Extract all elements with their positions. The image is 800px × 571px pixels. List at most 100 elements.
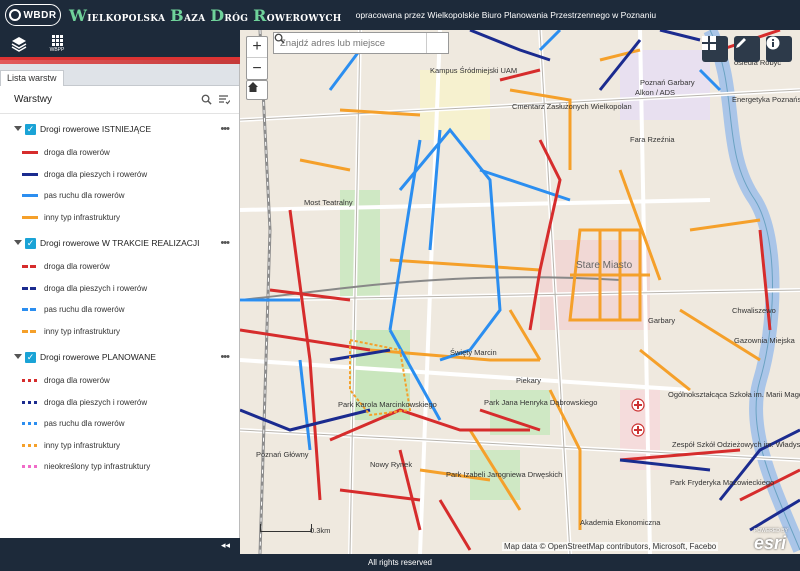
layer-group-existing: ✓ Drogi rowerowe ISTNIEJĄCE ••• droga dl…: [0, 116, 239, 228]
map-view[interactable]: Stare Miasto Most Teatralny Kampus Śródm…: [240, 30, 800, 554]
legend-item: droga dla rowerów: [0, 370, 239, 392]
search-box: [273, 32, 449, 54]
legend-item: pas ruchu dla rowerów: [0, 185, 239, 207]
legend-item: droga dla pieszych i rowerów: [0, 278, 239, 300]
map-label: Zespół Szkół Odzieżowych im. Władysława …: [672, 440, 800, 449]
title-rest-3: róg: [224, 9, 254, 25]
wbdr-logo: WBDR: [5, 4, 61, 26]
map-label: Nowy Rynek: [370, 460, 413, 469]
panel-collapse-bar: ◂◂: [0, 538, 240, 554]
caret-down-icon[interactable]: [14, 126, 22, 132]
title-rest-2: aza: [183, 9, 211, 25]
search-icon: [274, 33, 285, 44]
map-label: Stare Miasto: [576, 260, 633, 271]
map-label: Ogólnokształcąca Szkoła im. Marii Magdal…: [668, 390, 800, 399]
wbpp-button[interactable]: WBPP: [38, 29, 76, 59]
legend-swatch: [22, 151, 38, 155]
legend-item: pas ruchu dla rowerów: [0, 299, 239, 321]
measure-button[interactable]: [734, 36, 760, 62]
layer-group-row[interactable]: ✓ Drogi rowerowe ISTNIEJĄCE •••: [0, 116, 239, 142]
legend-label: pas ruchu dla rowerów: [44, 191, 125, 201]
more-options-icon[interactable]: •••: [220, 237, 230, 249]
legend-swatch: [22, 265, 38, 269]
search-input[interactable]: [274, 33, 426, 53]
layers-header: Warstwy: [0, 86, 239, 114]
more-options-icon[interactable]: •••: [220, 123, 230, 135]
zoom-in-button[interactable]: +: [247, 37, 267, 58]
checkbox-checked-icon[interactable]: ✓: [25, 123, 36, 135]
layer-groups: ✓ Drogi rowerowe ISTNIEJĄCE ••• droga dl…: [0, 116, 239, 478]
legend-item: inny typ infrastruktury: [0, 435, 239, 457]
map-label: Park Karola Marcinkowskiego: [338, 400, 437, 409]
legend-swatch: [22, 215, 38, 219]
checkbox-checked-icon[interactable]: ✓: [25, 237, 36, 249]
layer-list-panel: Lista warstw Warstwy ✓ Drogi rowerowe IS…: [0, 64, 240, 538]
zoom-out-button[interactable]: −: [247, 58, 267, 79]
esri-logo[interactable]: esri: [754, 533, 786, 554]
legend-swatch: [22, 422, 38, 426]
app-title: Wielkopolska Baza Dróg Rowerowych: [69, 6, 342, 25]
map-label: Poznań Główny: [256, 450, 309, 459]
map-label: Alkon / ADS: [635, 88, 676, 97]
title-rest-1: ielkopolska: [87, 9, 171, 25]
legend-item: inny typ infrastruktury: [0, 321, 239, 343]
layer-group-row[interactable]: ✓ Drogi rowerowe W TRAKCIE REALIZACJI ••…: [0, 230, 239, 256]
legend-swatch: [22, 286, 38, 290]
legend-label: droga dla pieszych i rowerów: [44, 283, 148, 293]
legend-swatch: [22, 465, 38, 469]
home-button[interactable]: [246, 80, 268, 100]
legend-item: nieokreślony typ infrastruktury: [0, 456, 239, 478]
legend-swatch: [22, 379, 38, 383]
legend-swatch: [22, 194, 38, 198]
filter-list-icon[interactable]: [217, 93, 231, 107]
home-icon: [248, 82, 258, 92]
map-label: Kampus Śródmiejski UAM: [430, 66, 518, 75]
panel-tabbar: Lista warstw: [0, 64, 239, 86]
checkbox-checked-icon[interactable]: ✓: [25, 351, 36, 363]
layers-button[interactable]: [0, 29, 38, 59]
layer-group-row[interactable]: ✓ Drogi rowerowe PLANOWANE •••: [0, 344, 239, 370]
basemap-gallery-button[interactable]: [702, 36, 728, 62]
grid-icon: [702, 36, 716, 50]
legend-label: nieokreślony typ infrastruktury: [44, 462, 151, 472]
collapse-panel-icon[interactable]: ◂◂: [221, 540, 230, 551]
tab-layer-list[interactable]: Lista warstw: [0, 70, 64, 86]
map-label: Garbary: [648, 316, 676, 325]
layer-group-in-progress: ✓ Drogi rowerowe W TRAKCIE REALIZACJI ••…: [0, 230, 239, 342]
search-button[interactable]: [274, 33, 448, 53]
legend-label: droga dla pieszych i rowerów: [44, 169, 148, 179]
legend-item: droga dla rowerów: [0, 142, 239, 164]
legend-label: pas ruchu dla rowerów: [44, 305, 125, 315]
map-label: Cmentarz Zasłużonych Wielkopolan: [512, 102, 632, 111]
app-subtitle: opracowana przez Wielkopolskie Biuro Pla…: [355, 10, 657, 20]
zoom-control: + −: [246, 36, 268, 80]
map-attribution: Map data © OpenStreetMap contributors, M…: [502, 542, 719, 551]
layers-icon: [11, 36, 27, 52]
map-label: Most Teatralny: [304, 198, 353, 207]
legend-swatch: [22, 172, 38, 176]
app-header: WBDR Wielkopolska Baza Dróg Rowerowych o…: [0, 0, 800, 30]
map-label: Park Jana Henryka Dąbrowskiego: [484, 398, 598, 407]
logo-ring-icon: [9, 9, 22, 21]
more-options-icon[interactable]: •••: [220, 351, 230, 363]
search-icon[interactable]: [199, 93, 213, 107]
legend-swatch: [22, 443, 38, 447]
layer-group-label: Drogi rowerowe W TRAKCIE REALIZACJI: [40, 238, 200, 248]
wbpp-grid-icon: [51, 34, 63, 46]
legend-swatch: [22, 308, 38, 312]
app-root: WBDR Wielkopolska Baza Dróg Rowerowych o…: [0, 0, 800, 571]
scale-bar: [260, 524, 312, 532]
info-button[interactable]: [766, 36, 792, 62]
legend-item: inny typ infrastruktury: [0, 207, 239, 229]
title-cap-3: D: [210, 5, 225, 25]
layers-heading: Warstwy: [14, 94, 52, 105]
map-label: Święty Marcin: [450, 348, 497, 357]
map-label: Poznań Garbary: [640, 78, 695, 87]
caret-down-icon[interactable]: [14, 240, 22, 246]
layer-group-planned: ✓ Drogi rowerowe PLANOWANE ••• droga dla…: [0, 344, 239, 478]
caret-down-icon[interactable]: [14, 354, 22, 360]
pencil-icon: [736, 38, 746, 48]
legend-item: droga dla pieszych i rowerów: [0, 392, 239, 414]
map-label: Piekary: [516, 376, 542, 385]
legend-label: droga dla rowerów: [44, 262, 110, 272]
